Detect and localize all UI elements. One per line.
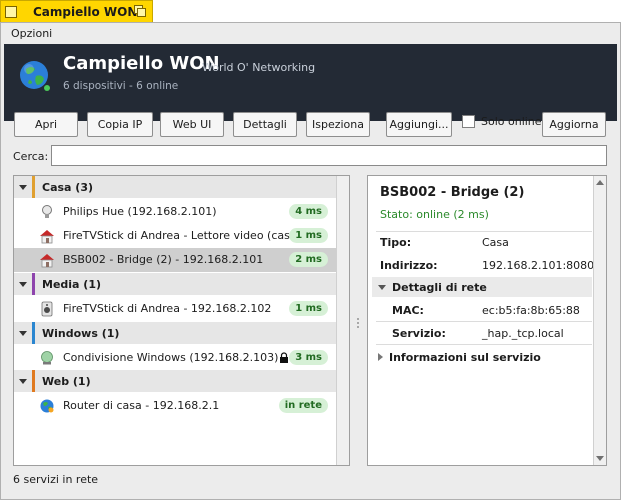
group-color-bar bbox=[32, 322, 35, 344]
group-color-bar bbox=[32, 273, 35, 295]
details-panel: BSB002 - Bridge (2) Stato: online (2 ms)… bbox=[367, 175, 607, 466]
type-value: Casa bbox=[482, 236, 509, 249]
group-color-bar bbox=[32, 370, 35, 392]
section-title: Informazioni sul servizio bbox=[389, 350, 541, 364]
service-info-section[interactable]: Informazioni sul servizio bbox=[372, 347, 592, 367]
list-scrollbar[interactable] bbox=[336, 176, 349, 465]
latency-badge: 2 ms bbox=[289, 252, 328, 267]
latency-badge: 4 ms bbox=[289, 204, 328, 219]
device-label: BSB002 - Bridge (2) - 192.168.2.101 bbox=[63, 253, 264, 266]
group-color-bar bbox=[32, 176, 35, 198]
latency-badge: 1 ms bbox=[289, 301, 328, 316]
address-value[interactable]: 192.168.2.101:8080 bbox=[482, 259, 594, 272]
bulb-icon bbox=[42, 205, 52, 218]
group-header-media[interactable]: Media (1) bbox=[14, 273, 336, 295]
device-label: Philips Hue (192.168.2.101) bbox=[63, 205, 217, 218]
mac-value: ec:b5:fa:8b:65:88 bbox=[482, 304, 580, 317]
open-button[interactable]: Apri bbox=[14, 112, 78, 137]
device-row[interactable]: Router di casa - 192.168.2.1 in rete bbox=[14, 394, 336, 418]
latency-badge: 1 ms bbox=[289, 228, 328, 243]
service-value: _hap._tcp.local bbox=[482, 327, 564, 340]
group-name: Casa (3) bbox=[42, 180, 94, 194]
app-header: Campiello WON World O' Networking 6 disp… bbox=[4, 44, 617, 121]
device-count-status: 6 dispositivi - 6 online bbox=[63, 80, 179, 92]
device-list: Casa (3) Philips Hue (192.168.2.101) 4 m… bbox=[13, 175, 350, 466]
device-row[interactable]: Condivisione Windows (192.168.2.103) 3 m… bbox=[14, 346, 336, 370]
service-label: Servizio: bbox=[392, 327, 446, 340]
details-status: Stato: online (2 ms) bbox=[380, 208, 489, 221]
chevron-down-icon bbox=[378, 284, 386, 290]
device-label: Router di casa - 192.168.2.1 bbox=[63, 399, 220, 412]
divider bbox=[376, 321, 592, 322]
divider bbox=[376, 344, 592, 345]
group-header-casa[interactable]: Casa (3) bbox=[14, 176, 336, 198]
media-device-icon bbox=[41, 301, 53, 317]
add-button[interactable]: Aggiungi... bbox=[386, 112, 452, 137]
group-name: Media (1) bbox=[42, 277, 102, 291]
chevron-down-icon bbox=[19, 330, 27, 336]
type-label: Tipo: bbox=[380, 236, 412, 249]
device-row[interactable]: Philips Hue (192.168.2.101) 4 ms bbox=[14, 200, 336, 224]
group-header-windows[interactable]: Windows (1) bbox=[14, 322, 336, 344]
inspect-button[interactable]: Ispeziona bbox=[306, 112, 370, 137]
network-details-section[interactable]: Dettagli di rete bbox=[372, 277, 592, 297]
group-name: Web (1) bbox=[42, 374, 91, 388]
search-label: Cerca: bbox=[13, 150, 49, 163]
details-scrollbar[interactable] bbox=[593, 176, 606, 465]
latency-badge: 3 ms bbox=[289, 350, 328, 365]
address-label: Indirizzo: bbox=[380, 259, 438, 272]
device-label: Condivisione Windows (192.168.2.103) bbox=[63, 351, 279, 364]
window-title: Campiello WON bbox=[33, 4, 138, 19]
menu-bar: Opzioni bbox=[1, 23, 620, 44]
details-title: BSB002 - Bridge (2) bbox=[380, 185, 525, 200]
details-button[interactable]: Dettagli bbox=[233, 112, 297, 137]
group-header-web[interactable]: Web (1) bbox=[14, 370, 336, 392]
mac-label: MAC: bbox=[392, 304, 424, 317]
status-badge: in rete bbox=[278, 398, 328, 413]
panel-splitter[interactable] bbox=[354, 175, 362, 466]
refresh-button[interactable]: Aggiorna bbox=[542, 112, 606, 137]
chevron-right-icon bbox=[378, 353, 383, 361]
device-label: FireTVStick di Andrea - Lettore video (c… bbox=[63, 229, 293, 242]
chevron-down-icon bbox=[19, 281, 27, 287]
lock-icon bbox=[280, 352, 288, 363]
status-bar: 6 servizi in rete bbox=[13, 473, 99, 486]
copy-ip-button[interactable]: Copia IP bbox=[87, 112, 153, 137]
menu-options[interactable]: Opzioni bbox=[11, 27, 52, 40]
scroll-down-icon[interactable] bbox=[596, 456, 604, 461]
only-online-toggle[interactable]: Solo online bbox=[462, 115, 542, 128]
app-window: Opzioni Campiello WON World O' Networkin… bbox=[0, 22, 621, 500]
device-row-selected[interactable]: BSB002 - Bridge (2) - 192.168.2.101 2 ms bbox=[14, 248, 336, 272]
group-name: Windows (1) bbox=[42, 326, 120, 340]
section-title: Dettagli di rete bbox=[392, 280, 487, 294]
only-online-checkbox[interactable] bbox=[462, 115, 475, 128]
restore-window-icon[interactable] bbox=[134, 5, 147, 18]
device-row[interactable]: FireTVStick di Andrea - 192.168.2.102 1 … bbox=[14, 297, 336, 321]
search-input[interactable] bbox=[51, 145, 607, 166]
house-icon bbox=[40, 230, 54, 244]
only-online-label: Solo online bbox=[481, 115, 542, 128]
divider bbox=[376, 231, 592, 232]
network-share-icon bbox=[41, 351, 53, 365]
window-menu-icon[interactable] bbox=[5, 5, 17, 18]
device-row[interactable]: FireTVStick di Andrea - Lettore video (c… bbox=[14, 224, 336, 248]
web-ui-button[interactable]: Web UI bbox=[160, 112, 224, 137]
chevron-down-icon bbox=[19, 184, 27, 190]
house-icon bbox=[40, 254, 54, 268]
window-tab[interactable]: Campiello WON bbox=[0, 0, 153, 22]
globe-icon bbox=[20, 61, 50, 91]
app-title: Campiello WON bbox=[63, 53, 220, 74]
chevron-down-icon bbox=[19, 378, 27, 384]
device-label: FireTVStick di Andrea - 192.168.2.102 bbox=[63, 302, 272, 315]
globe-icon bbox=[40, 399, 54, 413]
scroll-up-icon[interactable] bbox=[596, 180, 604, 185]
app-subtitle: World O' Networking bbox=[202, 61, 316, 74]
